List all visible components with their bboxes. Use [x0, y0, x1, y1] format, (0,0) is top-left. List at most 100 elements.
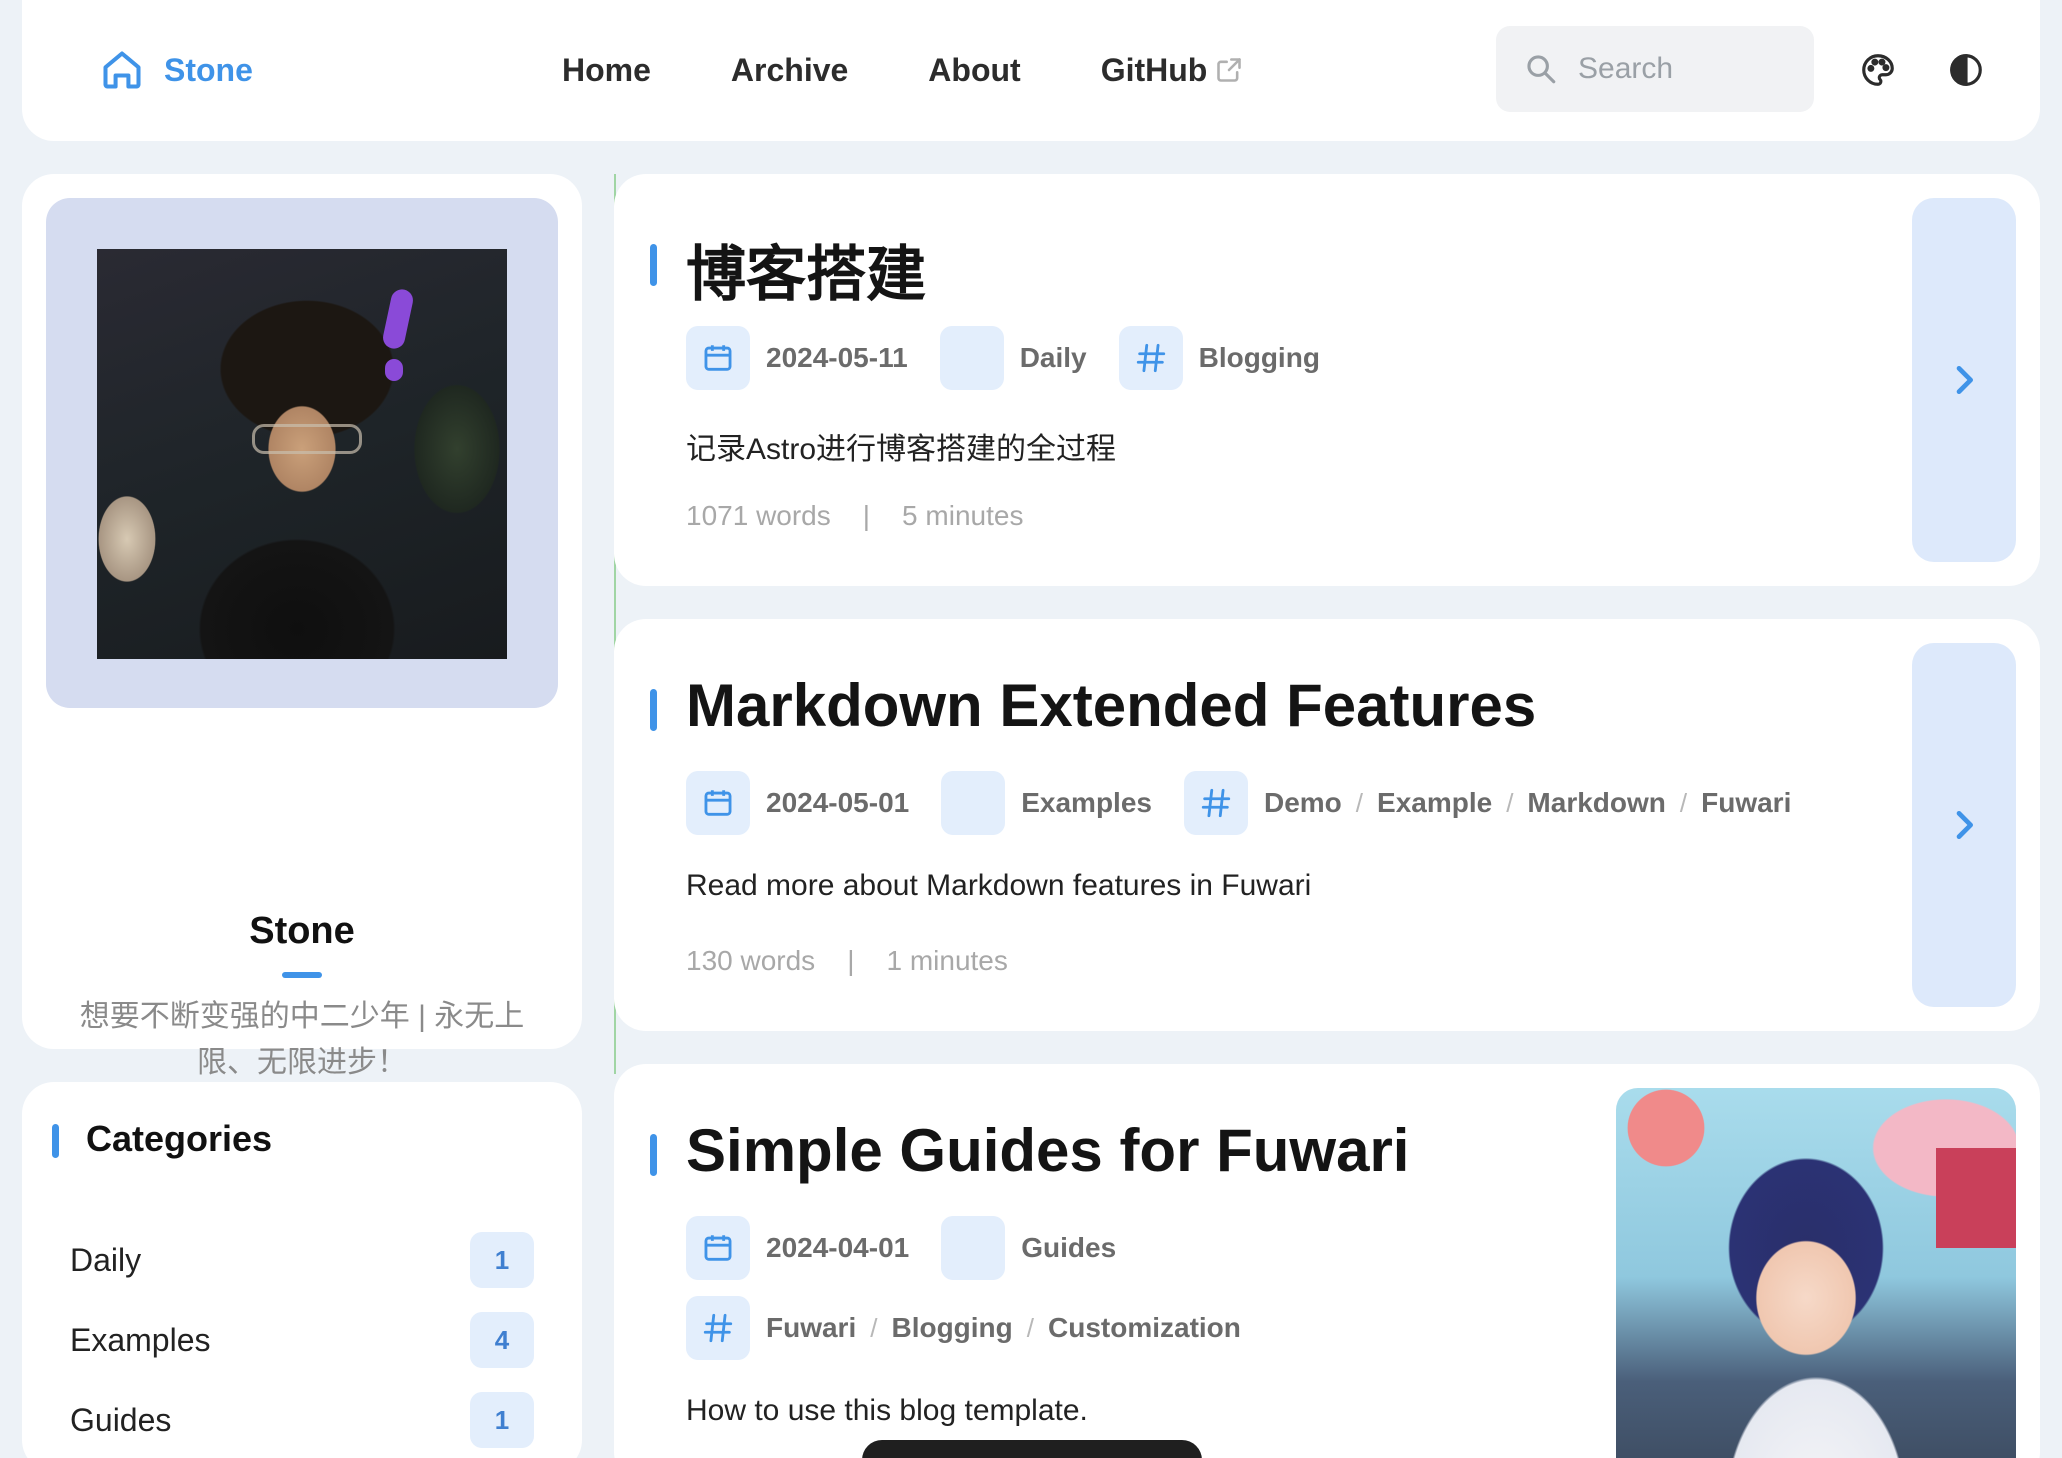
calendar-icon [686, 771, 750, 835]
category-count: 1 [470, 1232, 534, 1288]
post-description: Read more about Markdown features in Fuw… [686, 869, 1312, 902]
post-meta: 2024-04-01 Guides [686, 1216, 1116, 1280]
category-count: 1 [470, 1392, 534, 1448]
post-category[interactable]: Guides [1021, 1232, 1116, 1264]
read-more-button[interactable] [1912, 643, 2016, 1007]
tag-separator: / [1679, 787, 1688, 818]
post-cover-image[interactable] [1616, 1088, 2016, 1458]
post-title[interactable]: Simple Guides for Fuwari [686, 1116, 1409, 1185]
post-tag[interactable]: Blogging [1199, 342, 1320, 374]
category-chip-icon [941, 771, 1006, 835]
post-tags: Demo / Example / Markdown / Fuwari [1264, 787, 1791, 819]
category-item-guides[interactable]: Guides 1 [22, 1385, 582, 1455]
cover-sign [1936, 1148, 2016, 1248]
calendar-icon [686, 326, 750, 390]
post-description: How to use this blog template. [686, 1394, 1088, 1427]
tag-separator: / [1026, 1312, 1034, 1343]
contrast-icon [1950, 54, 1982, 86]
brand-name: Stone [164, 51, 253, 88]
read-more-button[interactable] [1912, 198, 2016, 562]
page: Stone Home Archive About GitHub Search S… [0, 0, 2062, 1458]
post-title[interactable]: Markdown Extended Features [686, 671, 1536, 740]
external-link-icon [1217, 58, 1242, 82]
post-tag[interactable]: Customization [1048, 1312, 1241, 1344]
profile-card: Stone 想要不断变强的中二少年 | 永无上限、无限进步！ [22, 174, 582, 1190]
post-word-count: 1071 words [686, 500, 831, 531]
post-tag[interactable]: Blogging [891, 1312, 1012, 1344]
categories-accent [52, 1124, 59, 1158]
category-item-examples[interactable]: Examples 4 [22, 1305, 582, 1375]
post-accent [650, 1134, 657, 1176]
post-card: 博客搭建 2024-05-11 Daily Blogging 记录Astro进行… [614, 174, 2040, 586]
tag-separator: / [1355, 787, 1364, 818]
post-word-count: 130 words [686, 945, 816, 976]
hash-icon [1183, 771, 1248, 835]
theme-toggle-button[interactable] [1940, 44, 1992, 96]
profile-name: Stone [249, 910, 355, 952]
category-chip-icon [939, 326, 1004, 390]
post-date: 2024-05-11 [766, 342, 908, 373]
post-accent [650, 244, 657, 286]
post-tag[interactable]: Fuwari [1701, 787, 1791, 819]
profile-bio: 想要不断变强的中二少年 | 永无上限、无限进步！ [79, 1000, 525, 1079]
avatar-decoration-dot [385, 359, 403, 381]
category-name: Examples [70, 1321, 211, 1358]
hash-icon [686, 1296, 750, 1360]
search-icon [1527, 55, 1556, 84]
avatar-decoration [381, 287, 415, 351]
avatar-glasses [252, 424, 362, 454]
name-underline [282, 972, 322, 978]
post-tag[interactable]: Demo [1264, 787, 1342, 819]
nav-links: Home Archive About GitHub [562, 40, 1243, 100]
category-name: Guides [70, 1401, 172, 1438]
categories-title: Categories [86, 1118, 273, 1159]
categories-card: Categories Daily 1 Examples 4 Guides 1 [22, 1082, 582, 1458]
search-input[interactable] [1578, 52, 1798, 86]
floating-toolbar[interactable] [862, 1440, 1202, 1458]
post-category[interactable]: Daily [1020, 342, 1087, 374]
palette-button[interactable] [1852, 44, 1904, 96]
category-count: 4 [470, 1312, 534, 1368]
palette-icon [1862, 54, 1894, 86]
stat-separator: | [862, 500, 871, 531]
nav-about[interactable]: About [928, 52, 1020, 89]
stat-separator: | [847, 945, 855, 976]
post-read-time: 1 minutes [886, 945, 1008, 976]
tag-separator: / [870, 1312, 878, 1343]
hash-icon [1118, 326, 1183, 390]
post-tags: Fuwari / Blogging / Customization [766, 1312, 1241, 1344]
post-date: 2024-04-01 [766, 1232, 910, 1263]
post-read-time: 5 minutes [902, 500, 1024, 531]
post-meta: 2024-05-01 Examples Demo / Example / Mar… [686, 771, 1791, 835]
post-date: 2024-05-01 [766, 787, 910, 818]
nav-home[interactable]: Home [562, 52, 651, 89]
post-description: 记录Astro进行博客搭建的全过程 [686, 433, 1117, 466]
nav-github-label: GitHub [1100, 51, 1208, 88]
post-stats: 130 words | 1 minutes [686, 945, 1008, 977]
post-stats: 1071 words | 5 minutes [686, 500, 1023, 532]
home-icon [100, 47, 144, 93]
category-chip-icon [941, 1216, 1006, 1280]
post-accent [650, 689, 657, 731]
search-box[interactable] [1496, 26, 1814, 112]
chevron-right-icon [1956, 811, 1973, 839]
post-card: Simple Guides for Fuwari 2024-04-01 Guid… [614, 1064, 2040, 1458]
brand-link[interactable]: Stone [100, 40, 253, 100]
category-item-daily[interactable]: Daily 1 [22, 1225, 582, 1295]
post-tags-row: Fuwari / Blogging / Customization [686, 1296, 1241, 1360]
avatar-frame [46, 198, 558, 708]
post-title[interactable]: 博客搭建 [686, 226, 926, 313]
post-meta: 2024-05-11 Daily Blogging [686, 326, 1320, 390]
post-category[interactable]: Examples [1021, 787, 1152, 819]
post-tag[interactable]: Example [1377, 787, 1492, 819]
nav-archive[interactable]: Archive [731, 52, 848, 89]
post-tag[interactable]: Fuwari [766, 1312, 856, 1344]
tag-separator: / [1506, 787, 1514, 818]
category-name: Daily [70, 1241, 142, 1278]
post-tag[interactable]: Markdown [1527, 787, 1665, 819]
chevron-right-icon [1956, 366, 1973, 394]
nav-github[interactable]: GitHub [1101, 52, 1244, 89]
avatar[interactable] [97, 249, 507, 659]
navbar: Stone Home Archive About GitHub [22, 0, 2040, 141]
post-card: Markdown Extended Features 2024-05-01 Ex… [614, 619, 2040, 1031]
